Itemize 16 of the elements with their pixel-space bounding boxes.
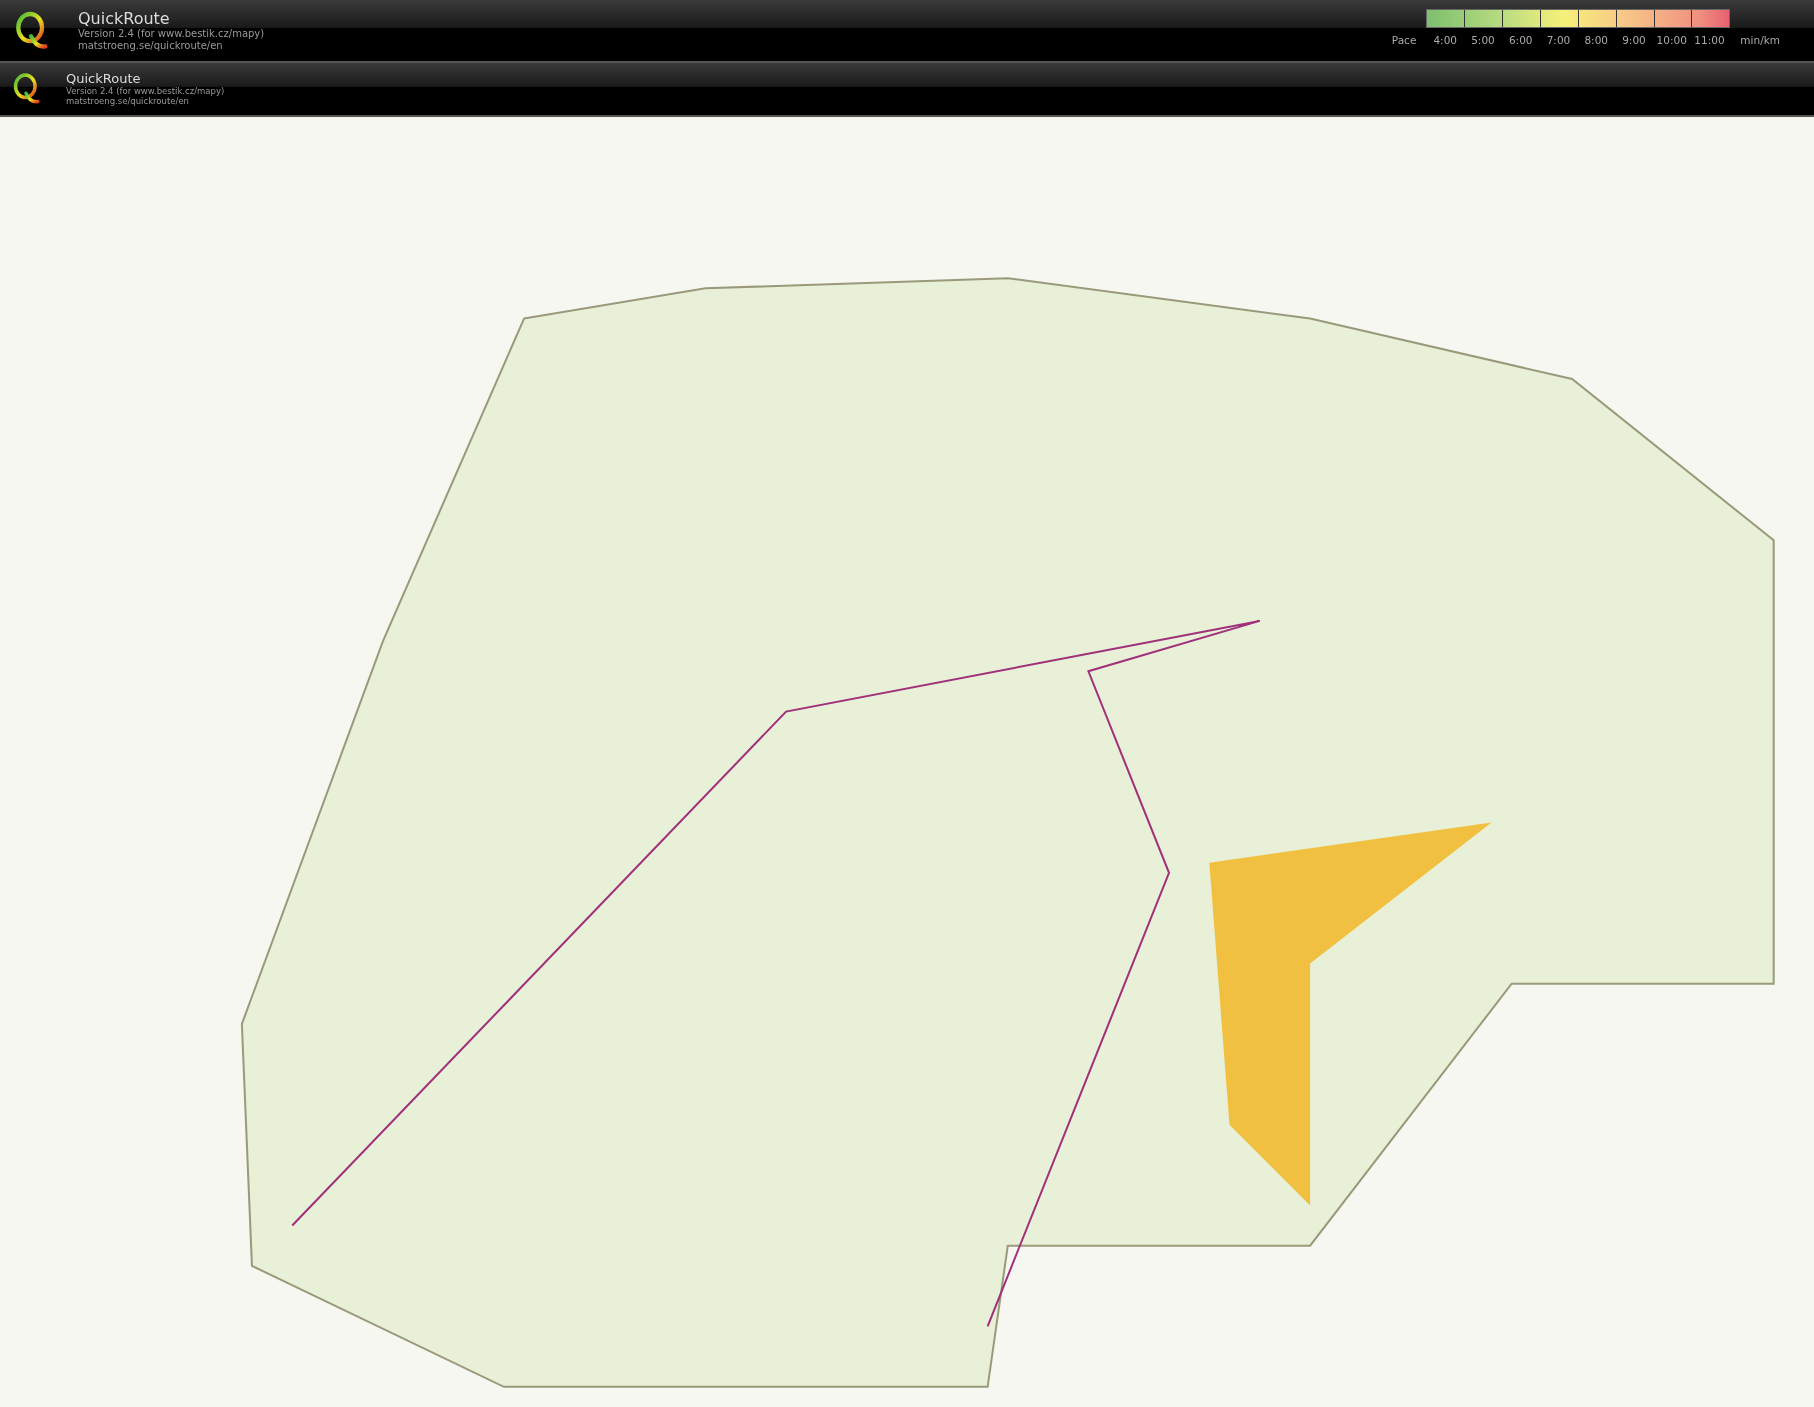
pace-tick-label: 8:00 <box>1583 34 1609 47</box>
app-title: QuickRoute <box>66 72 142 87</box>
pace-tick-label: 5:00 <box>1470 34 1496 47</box>
app-title: QuickRoute <box>78 10 171 29</box>
url-text: matstroeng.se/quickroute/en <box>66 96 189 107</box>
pace-tick-label: 10:00 <box>1655 34 1688 47</box>
pace-tick-label: 4:00 <box>1432 34 1458 47</box>
version-text: Version 2.4 (for www.bestik.cz/mapy) <box>78 28 265 40</box>
pace-tick-label: 6:00 <box>1507 34 1534 47</box>
pace-tick-label: 9:00 <box>1621 34 1647 47</box>
pace-label: Pace <box>1391 34 1417 47</box>
pace-tick-label: 11:00 <box>1693 34 1726 47</box>
pace-tick-label: 7:00 <box>1545 34 1572 47</box>
unit-label: min/km <box>1740 34 1780 47</box>
url-text: matstroeng.se/quickroute/en <box>78 39 224 52</box>
version-text: Version 2.4 (for www.bestik.cz/mapy) <box>66 86 225 97</box>
